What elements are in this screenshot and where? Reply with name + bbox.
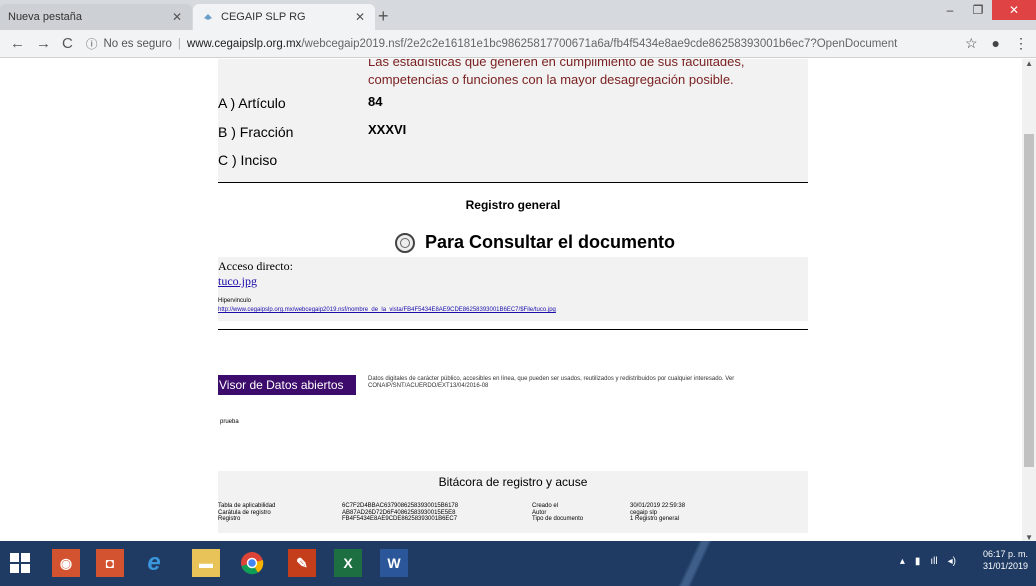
close-tab-icon[interactable]: ✕ xyxy=(170,10,184,24)
toolbar-right: ☆ ● ⋮ xyxy=(965,35,1028,52)
registro-title: Registro general xyxy=(465,198,561,212)
tab-bar: Nueva pestaña ✕ CEGAIP SLP RG ✕ + – ❐ ✕ xyxy=(0,0,1036,30)
chrome-icon[interactable] xyxy=(238,549,266,577)
close-tab-icon[interactable]: ✕ xyxy=(353,10,367,24)
back-icon[interactable]: ← xyxy=(10,35,25,52)
bitacora-label: Tabla de aplicabilidad xyxy=(218,503,276,509)
internet-explorer-icon[interactable]: e xyxy=(140,549,168,577)
url-host: www.cegaipslp.org.mx xyxy=(186,38,302,50)
hiper-label: Hipervinculo xyxy=(218,298,252,304)
visor-description: Datos digitales de carácter público, acc… xyxy=(368,376,735,389)
menu-icon[interactable]: ⋮ xyxy=(1014,35,1028,52)
row-articulo-value: 84 xyxy=(368,94,383,109)
network-icon[interactable]: ▮ xyxy=(915,556,921,567)
scroll-up-icon[interactable]: ▲ xyxy=(1025,59,1033,68)
magnifier-icon[interactable] xyxy=(395,232,415,253)
acceso-label: Acceso directo: xyxy=(218,259,293,273)
windows-start-icon[interactable] xyxy=(10,553,30,573)
scrollbar-thumb[interactable] xyxy=(1024,134,1034,467)
word-icon[interactable]: W xyxy=(380,549,408,577)
bitacora-panel: Bitácora de registro y acuse Tabla de ap… xyxy=(218,471,808,533)
bitacora-value: FB4F5434E8AE9CDE86258393001B6EC7 xyxy=(342,516,458,522)
signal-icon[interactable]: ıll xyxy=(930,556,937,567)
divider xyxy=(218,182,808,183)
profile-icon[interactable]: ● xyxy=(992,35,1000,52)
row-articulo-label: A ) Artículo xyxy=(218,95,286,111)
taskbar-decoration xyxy=(640,541,750,586)
file-explorer-icon[interactable]: ▬ xyxy=(192,549,220,577)
row-fraccion-label: B ) Fracción xyxy=(218,124,294,140)
divider xyxy=(218,329,808,330)
bitacora-col1: Tabla de aplicabilidad Carátula de regis… xyxy=(218,503,275,523)
excel-icon[interactable]: X xyxy=(334,549,362,577)
window-controls: – ❐ ✕ xyxy=(936,0,1036,20)
clock-date: 31/01/2019 xyxy=(982,561,1028,571)
chrome-logo-icon xyxy=(241,552,264,575)
row-inciso-label: C ) Inciso xyxy=(218,152,278,168)
row-fraccion-value: XXXVI xyxy=(368,122,407,137)
clock[interactable]: 06:17 p. m. 31/01/2019 xyxy=(983,548,1028,572)
tab-label: Nueva pestaña xyxy=(8,11,82,23)
minimize-icon[interactable]: – xyxy=(936,0,964,20)
bitacora-title: Bitácora de registro y acuse xyxy=(438,475,588,489)
visor-datos-button[interactable]: Visor de Datos abiertos xyxy=(218,375,356,395)
acceso-link[interactable]: tuco.jpg xyxy=(218,274,257,289)
reload-icon[interactable]: C xyxy=(62,35,73,52)
volume-icon[interactable]: ◂) xyxy=(948,556,956,567)
bitacora-col2: 6C7F2D4BBAC63790862583930015B6178 AB87AD… xyxy=(342,503,458,523)
close-window-icon[interactable]: ✕ xyxy=(992,0,1036,20)
app-icon-orange-1[interactable]: ◉ xyxy=(52,549,80,577)
criteria-text: Las estadísticas que generen en cumplimi… xyxy=(368,59,745,87)
url-field[interactable]: ⓘ No es seguro | www.cegaipslp.org.mx /w… xyxy=(86,34,897,54)
security-label: No es seguro xyxy=(103,38,172,50)
url-path: /webcegaip2019.nsf/2e2c2e16181e1bc986258… xyxy=(301,38,898,50)
system-tray: ▴ ▮ ıll ◂) xyxy=(900,556,956,567)
address-bar: ← → C ⓘ No es seguro | www.cegaipslp.org… xyxy=(0,30,1036,58)
bitacora-col4: 30/01/2019 22:59:38 cegaip slp 1 Registr… xyxy=(630,503,685,523)
new-tab-icon[interactable]: + xyxy=(378,6,389,27)
info-icon[interactable]: ⓘ xyxy=(86,36,98,52)
prueba-text: prueba xyxy=(220,419,239,425)
bitacora-label: Tipo de documento xyxy=(532,516,584,522)
app-icon-orange-2[interactable]: ◘ xyxy=(96,549,124,577)
bitacora-label: Registro xyxy=(218,516,241,522)
pdf-reader-icon[interactable]: ✎ xyxy=(288,549,316,577)
consult-heading[interactable]: Para Consultar el documento xyxy=(395,232,675,253)
hiper-link[interactable]: http://www.cegaipslp.org.mx/webcegaip201… xyxy=(218,307,556,313)
chevron-up-icon[interactable]: ▴ xyxy=(900,556,905,567)
favicon-icon xyxy=(204,14,212,20)
divider: | xyxy=(177,38,181,50)
bitacora-value: 1 Registro general xyxy=(630,516,680,522)
bitacora-col3: Creado el Autor Tipo de documento xyxy=(532,503,583,523)
consult-title: Para Consultar el documento xyxy=(425,232,676,252)
clock-time: 06:17 p. m. xyxy=(982,549,1028,559)
page-viewport: Las estadísticas que generen en cumplimi… xyxy=(0,59,1022,541)
bitacora-value: 30/01/2019 22:59:38 xyxy=(630,503,686,509)
tab-label: CEGAIP SLP RG xyxy=(221,11,306,23)
tab-cegaip[interactable]: CEGAIP SLP RG ✕ xyxy=(193,4,375,30)
bitacora-value: 6C7F2D4BBAC63790862583930015B6178 xyxy=(342,503,459,509)
star-icon[interactable]: ☆ xyxy=(965,35,978,52)
tab-nueva-pestana[interactable]: Nueva pestaña ✕ xyxy=(0,4,192,30)
forward-icon[interactable]: → xyxy=(36,35,51,52)
restore-icon[interactable]: ❐ xyxy=(964,0,992,20)
